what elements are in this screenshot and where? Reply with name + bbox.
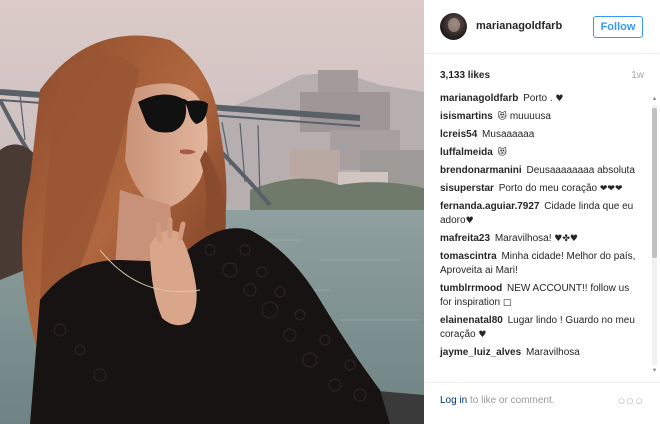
comment-item: marianagoldfarb Porto . ♥ bbox=[440, 92, 636, 106]
post-footer: Log in to like or comment. ○○○ bbox=[424, 382, 660, 424]
comment-text: Deusaaaaaaaa absoluta bbox=[526, 165, 635, 176]
comment-emoji: ♥ bbox=[555, 94, 564, 104]
post-age[interactable]: 1w bbox=[631, 70, 644, 81]
comment-username[interactable]: marianagoldfarb bbox=[440, 93, 518, 104]
comment-emoji: ♥ bbox=[478, 330, 487, 340]
comment-text: muuuusa bbox=[509, 111, 551, 122]
comment-username[interactable]: jayme_luiz_alves bbox=[440, 347, 521, 358]
scroll-track[interactable] bbox=[652, 105, 657, 365]
follow-button[interactable]: Follow bbox=[593, 16, 643, 38]
comment-item: jayme_luiz_alves Maravilhosa bbox=[440, 346, 636, 360]
comment-items: marianagoldfarb Porto . ♥ isismartins 😻 m… bbox=[440, 92, 636, 364]
comment-text: Maravilhosa! bbox=[494, 233, 555, 244]
comment-item: luffalmeida 😻 bbox=[440, 146, 636, 160]
likes-count[interactable]: 3,133 likes bbox=[440, 70, 490, 81]
comment-username[interactable]: tomascintra bbox=[440, 251, 497, 262]
comment-emoji: 😻 bbox=[497, 148, 507, 158]
comment-item: sisuperstar Porto do meu coração ❤❤❤ bbox=[440, 182, 636, 196]
post-photo bbox=[0, 0, 424, 424]
comment-username[interactable]: tumblrrmood bbox=[440, 283, 502, 294]
more-options-icon[interactable]: ○○○ bbox=[617, 393, 644, 408]
comment-item: lcreis54 Musaaaaaa bbox=[440, 128, 636, 142]
comment-username[interactable]: isismartins bbox=[440, 111, 493, 122]
comment-emoji: □ bbox=[502, 298, 512, 308]
comment-text: Musaaaaaa bbox=[482, 129, 535, 140]
comment-username[interactable]: luffalmeida bbox=[440, 147, 493, 158]
comment-item: brendonarmanini Deusaaaaaaaa absoluta bbox=[440, 164, 636, 178]
comment-text: Porto do meu coração bbox=[498, 183, 600, 194]
scroll-thumb[interactable] bbox=[652, 108, 657, 258]
comment-item: mafreita23 Maravilhosa! ♥✤♥ bbox=[440, 232, 636, 246]
comments-list[interactable]: marianagoldfarb Porto . ♥ isismartins 😻 m… bbox=[424, 92, 660, 376]
comment-item: elainenatal80 Lugar lindo ! Guardo no me… bbox=[440, 314, 636, 342]
photo-illustration bbox=[0, 0, 424, 424]
comment-item: fernanda.aguiar.7927 Cidade linda que eu… bbox=[440, 200, 636, 228]
comment-emoji: ❤❤❤ bbox=[599, 184, 623, 194]
login-prompt-text: to like or comment. bbox=[467, 395, 555, 406]
comment-username[interactable]: sisuperstar bbox=[440, 183, 494, 194]
comment-emoji: ♥ bbox=[465, 216, 474, 226]
comment-username[interactable]: mafreita23 bbox=[440, 233, 490, 244]
comment-item: tomascintra Minha cidade! Melhor do país… bbox=[440, 250, 636, 278]
header-username[interactable]: marianagoldfarb bbox=[476, 20, 562, 32]
profile-avatar[interactable] bbox=[440, 13, 467, 40]
comment-username[interactable]: lcreis54 bbox=[440, 129, 477, 140]
scroll-up-arrow-icon[interactable]: ▲ bbox=[651, 95, 658, 103]
comment-emoji: ♥✤♥ bbox=[554, 234, 578, 244]
post-header: marianagoldfarb Follow bbox=[424, 0, 660, 54]
login-link[interactable]: Log in bbox=[440, 395, 467, 406]
comment-text: Maravilhosa bbox=[525, 347, 580, 358]
post-sidebar: marianagoldfarb Follow 3,133 likes 1w ma… bbox=[424, 0, 660, 424]
scroll-down-arrow-icon[interactable]: ▼ bbox=[651, 367, 658, 375]
comment-text: Porto . bbox=[523, 93, 556, 104]
comment-item: isismartins 😻 muuuusa bbox=[440, 110, 636, 124]
comment-item: tumblrrmood NEW ACCOUNT!! follow us for … bbox=[440, 282, 636, 310]
comment-emoji: 😻 bbox=[497, 112, 510, 122]
comments-scrollbar[interactable]: ▲ ▼ bbox=[651, 95, 658, 375]
login-prompt: Log in to like or comment. bbox=[440, 395, 555, 406]
comment-username[interactable]: fernanda.aguiar.7927 bbox=[440, 201, 540, 212]
comment-username[interactable]: elainenatal80 bbox=[440, 315, 503, 326]
comment-username[interactable]: brendonarmanini bbox=[440, 165, 522, 176]
